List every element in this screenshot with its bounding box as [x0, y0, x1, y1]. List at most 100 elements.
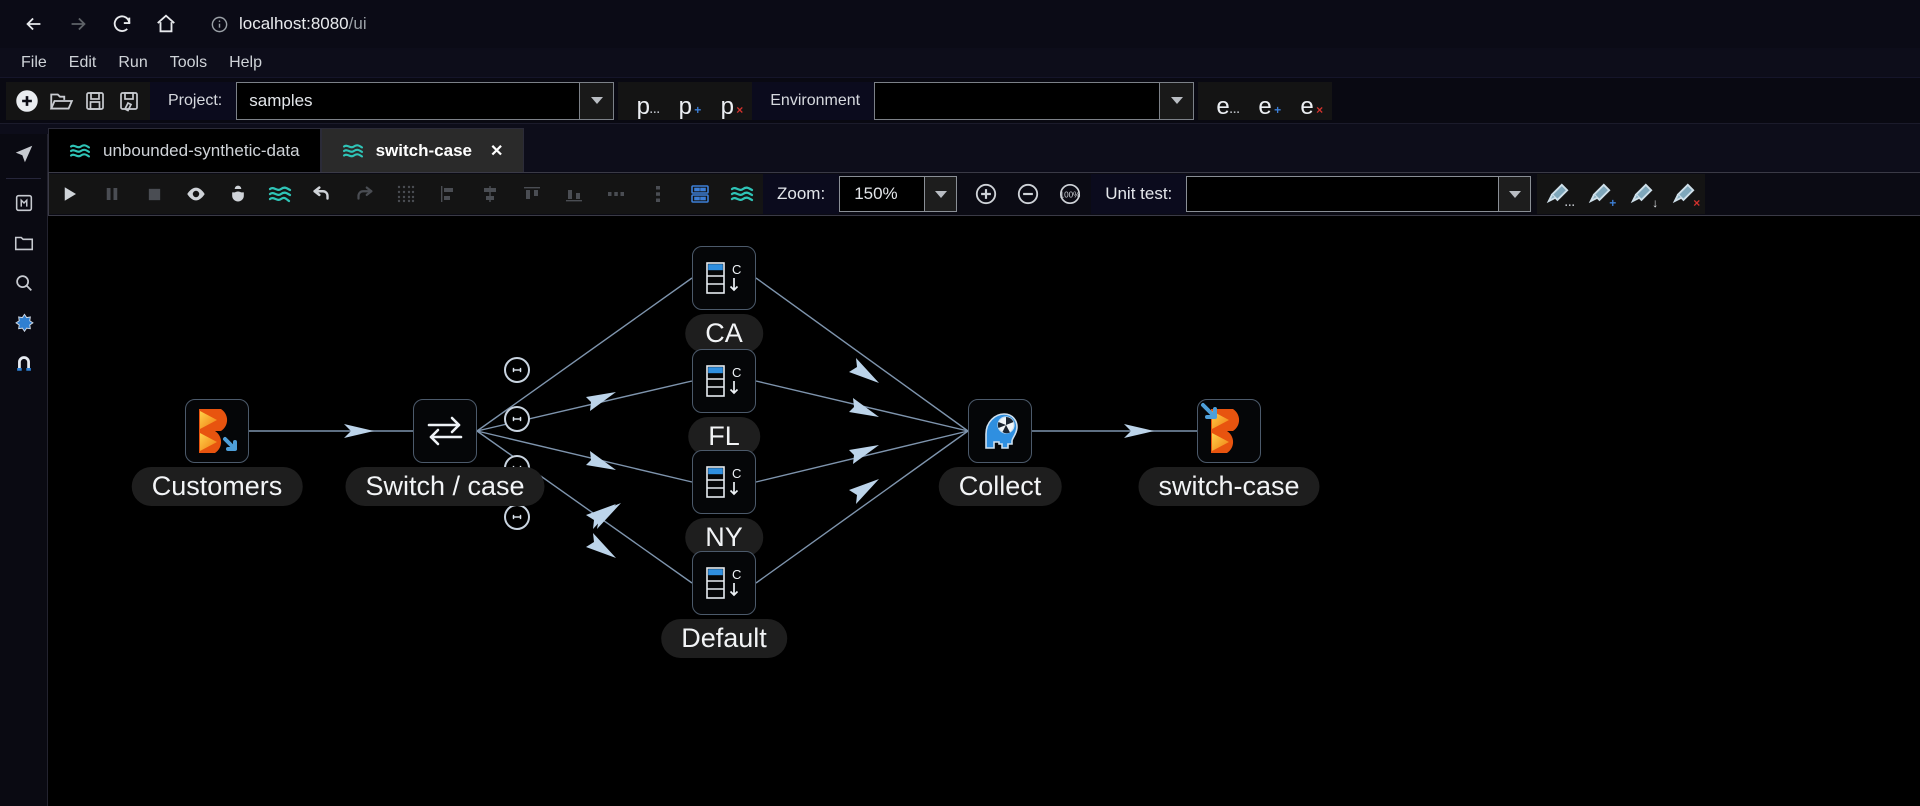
b-logo-input-icon [1197, 399, 1261, 463]
grid-toggle-button[interactable] [385, 174, 427, 214]
left-rail [0, 134, 48, 806]
svg-text:C: C [732, 262, 741, 277]
flow-button[interactable] [259, 174, 301, 214]
unit-test-more-button[interactable]: … [1537, 175, 1579, 213]
zoom-in-button[interactable] [965, 174, 1007, 214]
cross-deco-icon: × [736, 105, 743, 115]
node-label: Default [661, 619, 787, 658]
debug-button[interactable] [217, 174, 259, 214]
tab-unbounded-synthetic-data[interactable]: unbounded-synthetic-data [48, 128, 321, 172]
canvas-toolbar: Zoom: 150% 100% Unit test: … + ↓ × [48, 172, 1920, 216]
redo-button[interactable] [343, 174, 385, 214]
node-customers[interactable]: Customers [185, 399, 249, 463]
link-marker-icon[interactable] [504, 406, 530, 432]
unit-test-add-button[interactable]: + [1579, 175, 1621, 213]
zoom-label: Zoom: [763, 174, 839, 214]
unit-test-dropdown-arrow[interactable] [1498, 177, 1530, 211]
canvas-toolbar-buttons [49, 174, 763, 214]
unit-test-select[interactable] [1186, 176, 1531, 212]
node-label: Switch / case [345, 467, 544, 506]
node-label: Collect [939, 467, 1062, 506]
environment-delete-button[interactable]: e × [1286, 82, 1328, 120]
auto-arrange-button[interactable] [721, 174, 763, 214]
node-label: Customers [132, 467, 303, 506]
environment-dropdown-arrow[interactable] [1159, 83, 1193, 119]
save-as-button[interactable] [112, 84, 146, 118]
sidebar-item-files[interactable] [0, 223, 48, 263]
head-brain-icon [968, 399, 1032, 463]
reload-button[interactable] [102, 4, 142, 44]
pipeline-canvas[interactable]: Customers Switch / case C CA [49, 226, 1920, 806]
sidebar-item-magnet[interactable] [0, 343, 48, 383]
layout-button[interactable] [679, 174, 721, 214]
align-left-button[interactable] [427, 174, 469, 214]
sidebar-item-plugins[interactable] [0, 303, 48, 343]
sidebar-item-outline[interactable] [0, 183, 48, 223]
menu-file[interactable]: File [10, 50, 58, 76]
sidebar-item-navigator[interactable] [0, 134, 48, 174]
node-switch-case[interactable]: Switch / case [413, 399, 477, 463]
pipeline-more-button[interactable]: p … [622, 82, 664, 120]
sidebar-item-search[interactable] [0, 263, 48, 303]
home-button[interactable] [146, 4, 186, 44]
environment-select[interactable] [874, 82, 1194, 120]
menu-help[interactable]: Help [218, 50, 273, 76]
e-glyph: e [1300, 94, 1313, 120]
b-logo-output-icon [185, 399, 249, 463]
close-icon[interactable]: ✕ [490, 141, 503, 161]
undo-button[interactable] [301, 174, 343, 214]
align-top-button[interactable] [511, 174, 553, 214]
node-fl[interactable]: C FL [692, 349, 756, 413]
p-glyph: p [637, 94, 650, 120]
pause-button[interactable] [91, 174, 133, 214]
save-button[interactable] [78, 84, 112, 118]
project-select[interactable]: samples [236, 82, 614, 120]
cross-deco-icon: × [1316, 105, 1323, 115]
plus-deco-icon: + [1609, 198, 1616, 208]
svg-text:100%: 100% [1060, 190, 1081, 199]
node-default[interactable]: C Default [692, 551, 756, 615]
column-filter-icon: C [692, 246, 756, 310]
preview-button[interactable] [175, 174, 217, 214]
zoom-dropdown-arrow[interactable] [924, 177, 956, 211]
node-ca[interactable]: C CA [692, 246, 756, 310]
zoom-out-button[interactable] [1007, 174, 1049, 214]
environment-more-button[interactable]: e … [1202, 82, 1244, 120]
forward-button[interactable] [58, 4, 98, 44]
align-bottom-button[interactable] [553, 174, 595, 214]
distribute-vertical-button[interactable] [637, 174, 679, 214]
menu-edit[interactable]: Edit [58, 50, 108, 76]
project-dropdown-arrow[interactable] [579, 83, 613, 119]
environment-value [875, 83, 899, 119]
pipeline-delete-button[interactable]: p × [706, 82, 748, 120]
back-button[interactable] [14, 4, 54, 44]
unit-test-actions-group: … + ↓ × [1537, 174, 1705, 214]
node-collect[interactable]: Collect [968, 399, 1032, 463]
tab-switch-case[interactable]: switch-case ✕ [321, 128, 525, 172]
environment-add-button[interactable]: e + [1244, 82, 1286, 120]
link-marker-icon[interactable] [504, 504, 530, 530]
menu-run[interactable]: Run [107, 50, 158, 76]
new-project-button[interactable] [10, 84, 44, 118]
p-glyph: p [721, 94, 734, 120]
url-bar[interactable]: localhost:8080/ui [200, 7, 1906, 41]
pipeline-add-button[interactable]: p + [664, 82, 706, 120]
info-circle-icon [210, 15, 229, 34]
stop-button[interactable] [133, 174, 175, 214]
link-marker-icon[interactable] [504, 357, 530, 383]
wave-icon [342, 142, 364, 160]
plus-deco-icon: + [694, 105, 701, 115]
open-project-button[interactable] [44, 84, 78, 118]
zoom-select[interactable]: 150% [839, 176, 957, 212]
e-glyph: e [1216, 94, 1229, 120]
menu-tools[interactable]: Tools [159, 50, 218, 76]
node-switch-case-output[interactable]: switch-case [1197, 399, 1261, 463]
unit-test-save-button[interactable]: ↓ [1621, 175, 1663, 213]
unit-test-delete-button[interactable]: × [1663, 175, 1705, 213]
more-deco-icon: … [1564, 198, 1574, 208]
zoom-reset-button[interactable]: 100% [1049, 174, 1091, 214]
align-center-button[interactable] [469, 174, 511, 214]
distribute-horizontal-button[interactable] [595, 174, 637, 214]
node-ny[interactable]: C NY [692, 450, 756, 514]
run-button[interactable] [49, 174, 91, 214]
